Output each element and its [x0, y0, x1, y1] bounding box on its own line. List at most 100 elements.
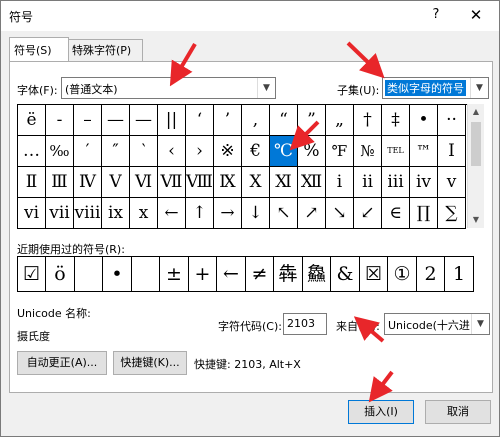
recent-symbol-cell[interactable]: 犇 [275, 257, 303, 291]
symbol-cell[interactable]: ↑ [186, 198, 214, 229]
symbol-cell[interactable]: ′ [74, 136, 102, 167]
tab-special-characters[interactable]: 特殊字符(P) [67, 39, 143, 61]
symbol-cell[interactable]: ↙ [354, 198, 382, 229]
symbol-cell[interactable]: ∈ [382, 198, 410, 229]
symbol-cell[interactable]: ※ [214, 136, 242, 167]
chevron-down-icon[interactable]: ▼ [470, 78, 488, 98]
chevron-down-icon[interactable]: ▼ [471, 314, 489, 334]
symbol-cell[interactable]: Ⅸ [214, 167, 242, 198]
symbol-cell[interactable]: „ [326, 105, 354, 136]
symbol-cell[interactable]: || [158, 105, 186, 136]
symbol-cell[interactable]: ″ [102, 136, 130, 167]
recent-symbol-cell[interactable]: ① [389, 257, 417, 291]
symbol-cell[interactable]: I [438, 136, 466, 167]
symbol-cell[interactable]: ” [298, 105, 326, 136]
recent-symbol-cell[interactable]: ≠ [246, 257, 274, 291]
symbol-cell[interactable]: TEL [382, 136, 410, 167]
symbol-cell[interactable]: ‡ [382, 105, 410, 136]
symbol-cell[interactable]: № [354, 136, 382, 167]
recent-symbol-cell[interactable]: ☒ [360, 257, 388, 291]
char-code-input[interactable]: 2103 [283, 313, 327, 335]
recent-symbol-cell[interactable]: ± [161, 257, 189, 291]
symbol-cell[interactable]: ← [158, 198, 186, 229]
symbol-cell[interactable]: Ⅻ [298, 167, 326, 198]
symbol-cell[interactable]: ‰ [46, 136, 74, 167]
tab-symbols[interactable]: 符号(S) [9, 37, 69, 61]
scroll-thumb[interactable] [471, 122, 481, 166]
symbol-cell[interactable]: ⅳ [410, 167, 438, 198]
symbol-cell[interactable]: — [130, 105, 158, 136]
symbol-cell[interactable]: • [410, 105, 438, 136]
cancel-button[interactable]: 取消 [425, 400, 491, 424]
subset-select[interactable]: 类似字母的符号 ▼ [382, 77, 489, 99]
symbol-cell[interactable]: Ⅹ [242, 167, 270, 198]
recent-symbol-cell[interactable]: • [104, 257, 132, 291]
symbol-cell[interactable]: “ [270, 105, 298, 136]
symbol-cell[interactable]: , [242, 105, 270, 136]
symbol-cell[interactable]: ⅶ [46, 198, 74, 229]
symbol-cell[interactable]: ⅰ [326, 167, 354, 198]
symbol-cell[interactable]: Ⅴ [102, 167, 130, 198]
symbol-cell[interactable]: € [242, 136, 270, 167]
symbol-cell[interactable]: † [354, 105, 382, 136]
insert-button[interactable]: 插入(I) [348, 400, 414, 424]
scroll-down-icon[interactable]: ▼ [468, 212, 484, 228]
symbol-cell[interactable]: ·· [438, 105, 466, 136]
recent-symbol-cell[interactable] [132, 257, 160, 291]
font-select[interactable]: (普通文本) ▼ [61, 77, 276, 99]
chevron-down-icon[interactable]: ▼ [257, 78, 275, 98]
symbol-cell[interactable]: … [18, 136, 46, 167]
symbol-cell[interactable]: ‵ [130, 136, 158, 167]
symbol-cell[interactable]: Ⅱ [18, 167, 46, 198]
help-button[interactable]: ? [429, 7, 443, 22]
symbol-cell[interactable]: Ⅺ [270, 167, 298, 198]
symbol-cell[interactable]: → [214, 198, 242, 229]
symbol-cell[interactable]: ë [18, 105, 46, 136]
symbol-cell[interactable]: ’ [214, 105, 242, 136]
from-select[interactable]: Unicode(十六进 ▼ [384, 313, 490, 335]
recent-symbol-cell[interactable]: 1 [446, 257, 474, 291]
symbol-cell[interactable]: ⅴ [438, 167, 466, 198]
symbol-cell[interactable]: Ⅳ [74, 167, 102, 198]
shortcut-key-button[interactable]: 快捷键(K)... [113, 351, 187, 375]
scroll-up-icon[interactable]: ▲ [468, 104, 484, 120]
recent-symbol-cell[interactable]: 2 [417, 257, 445, 291]
from-value: Unicode(十六进 [388, 319, 470, 332]
symbol-cell[interactable]: Ⅵ [130, 167, 158, 198]
recent-symbol-cell[interactable] [75, 257, 103, 291]
symbol-cell[interactable]: ⅷ [74, 198, 102, 229]
symbol-cell[interactable]: ™ [410, 136, 438, 167]
autocorrect-button[interactable]: 自动更正(A)... [17, 351, 107, 375]
symbol-cell[interactable]: ℉ [326, 136, 354, 167]
symbol-cell[interactable]: Ⅶ [158, 167, 186, 198]
symbol-cell[interactable]: ↓ [242, 198, 270, 229]
symbol-cell[interactable]: ‹ [158, 136, 186, 167]
recent-symbol-cell[interactable]: + [189, 257, 217, 291]
symbol-cell[interactable]: › [186, 136, 214, 167]
symbol-cell[interactable]: ‘ [186, 105, 214, 136]
symbol-cell[interactable]: — [102, 105, 130, 136]
symbol-cell[interactable]: ↗ [298, 198, 326, 229]
close-button[interactable]: ✕ [467, 6, 485, 24]
symbol-cell[interactable]: ⅱ [354, 167, 382, 198]
symbol-cell[interactable]: ⅹ [130, 198, 158, 229]
symbol-cell[interactable]: Ⅲ [46, 167, 74, 198]
recent-symbol-cell[interactable]: ☑ [18, 257, 46, 291]
recent-symbol-cell[interactable]: ← [218, 257, 246, 291]
symbol-cell[interactable]: % [298, 136, 326, 167]
symbol-cell[interactable]: Ⅷ [186, 167, 214, 198]
symbol-cell[interactable]: ⅸ [102, 198, 130, 229]
symbol-cell[interactable]: ↖ [270, 198, 298, 229]
symbol-cell[interactable]: – [74, 105, 102, 136]
symbol-cell[interactable]: ⅵ [18, 198, 46, 229]
symbol-cell[interactable]: ↘ [326, 198, 354, 229]
recent-symbol-cell[interactable]: & [332, 257, 360, 291]
recent-symbol-cell[interactable]: 鱻 [303, 257, 331, 291]
symbol-grid-scrollbar[interactable]: ▲ ▼ [467, 104, 484, 228]
symbol-cell[interactable]: ⅲ [382, 167, 410, 198]
symbol-cell[interactable]: ∏ [410, 198, 438, 229]
symbol-cell[interactable]: ℃ [270, 136, 298, 167]
symbol-cell[interactable]: - [46, 105, 74, 136]
recent-symbol-cell[interactable]: ö [47, 257, 75, 291]
symbol-cell[interactable]: ∑ [438, 198, 466, 229]
